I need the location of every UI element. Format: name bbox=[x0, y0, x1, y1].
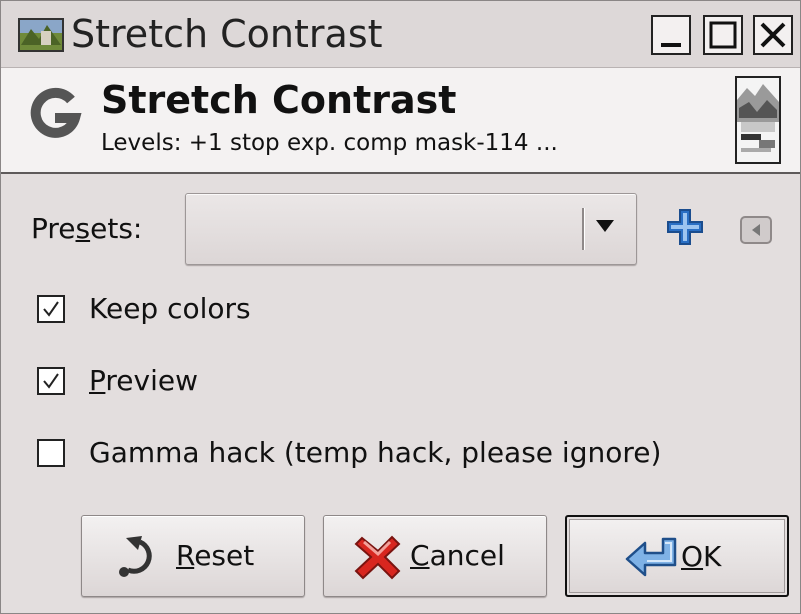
layer-thumbnail bbox=[735, 76, 781, 164]
header-subtitle: Levels: +1 stop exp. comp mask-114 ... bbox=[101, 130, 558, 156]
preview-checkbox[interactable] bbox=[37, 367, 65, 395]
presets-menu-button[interactable] bbox=[739, 215, 773, 245]
checkmark-icon bbox=[43, 373, 59, 389]
maximize-icon bbox=[709, 21, 737, 49]
reset-icon bbox=[119, 536, 152, 577]
title-bar[interactable]: Stretch Contrast bbox=[1, 1, 800, 68]
cancel-button[interactable]: Cancel bbox=[323, 515, 547, 597]
cancel-icon bbox=[354, 535, 401, 580]
presets-dropdown[interactable] bbox=[185, 193, 637, 265]
dropdown-separator bbox=[582, 208, 585, 250]
gamma-hack-checkbox[interactable] bbox=[37, 439, 65, 467]
minimize-icon bbox=[661, 43, 681, 47]
ok-label: OK bbox=[681, 540, 722, 573]
add-preset-button[interactable] bbox=[665, 207, 705, 247]
reset-button[interactable]: Reset bbox=[81, 515, 305, 597]
reset-label: Reset bbox=[176, 539, 255, 572]
cancel-label: Cancel bbox=[410, 539, 505, 572]
maximize-button[interactable] bbox=[703, 15, 743, 55]
dialog-header: Stretch Contrast Levels: +1 stop exp. co… bbox=[1, 68, 800, 174]
close-icon bbox=[760, 22, 786, 48]
gimp-logo-icon bbox=[30, 87, 82, 138]
window-title: Stretch Contrast bbox=[71, 12, 383, 56]
close-button[interactable] bbox=[753, 15, 793, 55]
minimize-button[interactable] bbox=[651, 15, 691, 55]
keep-colors-checkbox[interactable] bbox=[37, 295, 65, 323]
presets-label: Presets: bbox=[31, 212, 143, 245]
chevron-down-icon bbox=[596, 220, 614, 232]
ok-icon bbox=[625, 537, 677, 577]
preview-label: Preview bbox=[89, 364, 199, 397]
header-title: Stretch Contrast bbox=[101, 78, 457, 122]
app-icon bbox=[18, 18, 64, 52]
gamma-hack-label: Gamma hack (temp hack, please ignore) bbox=[89, 436, 662, 469]
plus-icon bbox=[667, 209, 703, 245]
dialog-window: Stretch Contrast Stretch Contrast Levels… bbox=[0, 0, 801, 614]
checkmark-icon bbox=[43, 301, 59, 317]
keep-colors-label: Keep colors bbox=[89, 292, 251, 325]
ok-button[interactable]: OK bbox=[565, 515, 789, 597]
tab-menu-icon bbox=[740, 216, 772, 244]
